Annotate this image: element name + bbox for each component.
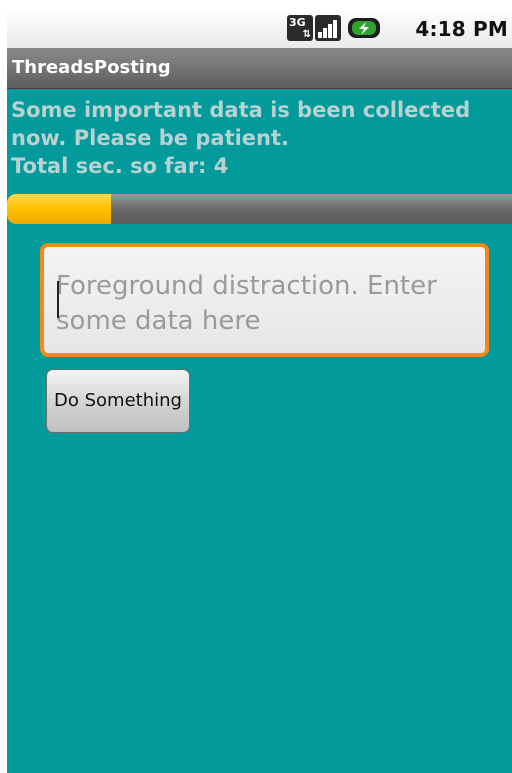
- do-something-button[interactable]: Do Something: [46, 369, 190, 433]
- status-time: 4:18 PM: [415, 17, 508, 41]
- status-message: Some important data is been collected no…: [11, 96, 511, 180]
- battery-charging-icon: [348, 18, 380, 38]
- message-line-2: now. Please be patient.: [11, 126, 290, 150]
- status-bar: 3G ⇅ 4:18 PM: [7, 8, 512, 48]
- elapsed-seconds-text: Total sec. so far: 4: [11, 154, 229, 178]
- progress-bar-fill: [7, 194, 111, 224]
- text-cursor: [57, 281, 59, 318]
- app-title: ThreadsPosting: [12, 57, 171, 78]
- data-entry-input[interactable]: [44, 247, 485, 353]
- title-bar: ThreadsPosting: [7, 48, 512, 89]
- message-line-1: Some important data is been collected: [11, 98, 471, 122]
- 3g-data-icon: 3G ⇅: [287, 15, 313, 41]
- app-screen: 3G ⇅ 4:18 PM ThreadsPosting Some importa…: [7, 8, 512, 773]
- progress-bar: [7, 194, 512, 224]
- data-entry-field[interactable]: [40, 243, 489, 357]
- signal-strength-icon: [315, 15, 341, 41]
